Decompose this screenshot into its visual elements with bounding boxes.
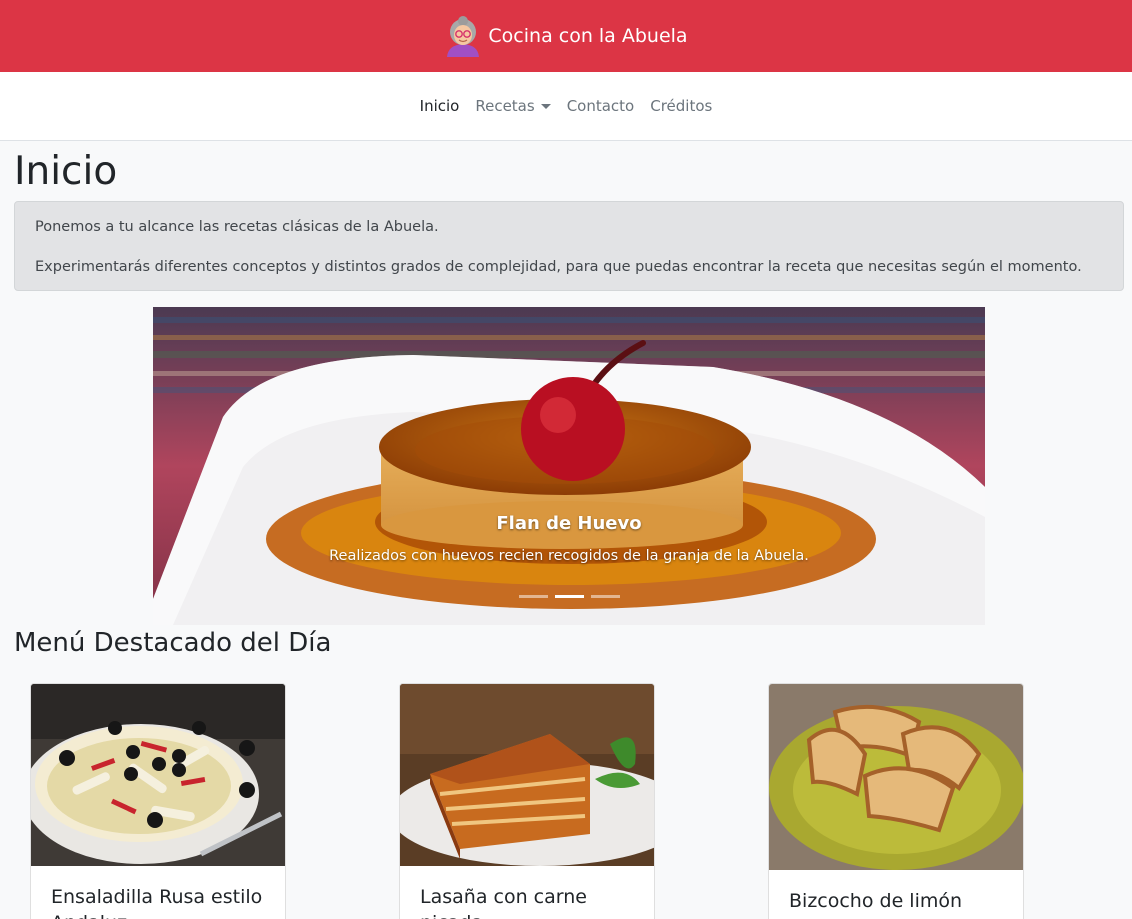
- card-title: Ensaladilla Rusa estilo Andaluz: [51, 886, 263, 919]
- ensaladilla-image: [31, 684, 285, 866]
- section-title: Menú Destacado del Día: [14, 628, 332, 658]
- main-nav: Inicio Recetas Contacto Créditos: [0, 72, 1132, 141]
- brand-name: Cocina con la Abuela: [488, 25, 688, 47]
- recipe-card[interactable]: Ensaladilla Rusa estilo Andaluz: [30, 683, 286, 919]
- nav-item-creditos[interactable]: Créditos: [650, 97, 712, 115]
- nav-item-recetas[interactable]: Recetas: [475, 97, 551, 115]
- carousel-text: Realizados con huevos recien recogidos d…: [329, 548, 809, 564]
- nav-item-recetas-label: Recetas: [475, 97, 535, 115]
- carousel-indicator-3[interactable]: [590, 595, 620, 598]
- recipe-carousel[interactable]: Flan de Huevo Realizados con huevos reci…: [153, 307, 985, 625]
- carousel-indicator-1[interactable]: [518, 595, 548, 598]
- carousel-title: Flan de Huevo: [496, 513, 642, 534]
- brand-link[interactable]: Cocina con la Abuela: [444, 15, 688, 57]
- intro-text: Experimentarás diferentes conceptos y di…: [35, 259, 1082, 275]
- carousel-indicator-2[interactable]: [554, 595, 584, 598]
- grandma-avatar-icon: [444, 15, 482, 57]
- caret-down-icon: [540, 104, 551, 109]
- card-title: Bizcocho de limón: [789, 890, 963, 912]
- bizcocho-image: [769, 684, 1023, 870]
- carousel-indicators: [153, 595, 985, 598]
- nav-item-inicio[interactable]: Inicio: [420, 97, 460, 115]
- intro-alert: Ponemos a tu alcance las recetas clásica…: [14, 201, 1124, 291]
- lasana-image: [400, 684, 654, 866]
- recipe-card[interactable]: Bizcocho de limón: [768, 683, 1024, 919]
- nav-item-contacto[interactable]: Contacto: [567, 97, 635, 115]
- intro-text: Ponemos a tu alcance las recetas clásica…: [35, 219, 439, 235]
- site-header: Cocina con la Abuela: [0, 0, 1132, 72]
- flan-image: [153, 307, 985, 625]
- page-title: Inicio: [14, 149, 118, 194]
- recipe-card[interactable]: Lasaña con carne picada: [399, 683, 655, 919]
- card-title: Lasaña con carne picada: [420, 886, 587, 919]
